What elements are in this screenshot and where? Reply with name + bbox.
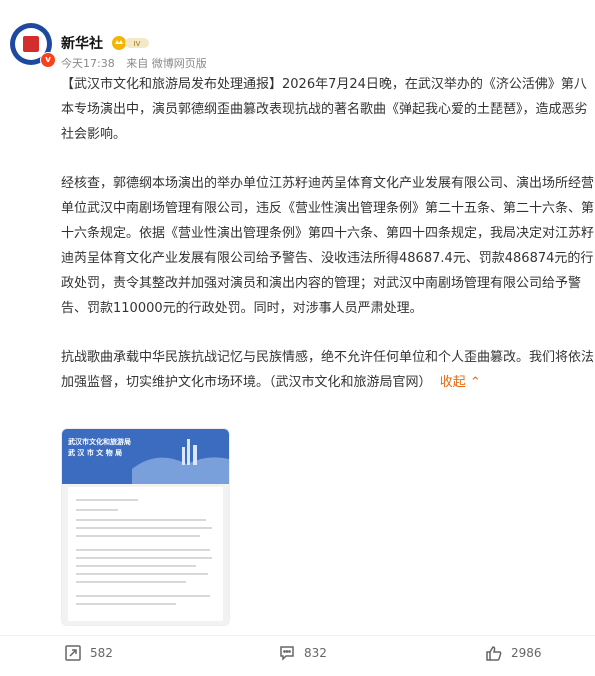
post-time[interactable]: 今天17:38 <box>61 57 115 70</box>
paragraph-1: 【武汉市文化和旅游局发布处理通报】2026年7月24日晚，在武汉举办的《济公活佛… <box>61 77 588 142</box>
action-bar: 582 832 2986 <box>0 635 595 676</box>
like-button[interactable]: 2986 <box>485 642 542 664</box>
comment-icon <box>280 646 294 661</box>
document-page <box>68 487 223 621</box>
vip-badge-icon[interactable]: IV <box>111 35 151 51</box>
paragraph-3: 抗战歌曲承载中华民族抗战记忆与民族情感，绝不允许任何单位和个人歪曲篡改。我们将依… <box>61 350 595 390</box>
comment-button[interactable]: 832 <box>278 642 327 664</box>
paragraph-2: 经核查，郭德纲本场演出的举办单位江苏籽迪芮呈体育文化产业发展有限公司、演出场所经… <box>61 176 595 316</box>
vip-level: IV <box>134 40 141 48</box>
thumbs-up-icon <box>486 646 502 661</box>
repost-icon <box>65 645 81 661</box>
repost-button[interactable]: 582 <box>64 642 113 664</box>
document-header: 武汉市文化和旅游局 武 汉 市 文 物 局 <box>62 429 229 484</box>
post-meta: 今天17:38 来自 微博网页版 <box>61 55 215 71</box>
post-content: 【武汉市文化和旅游局发布处理通报】2026年7月24日晚，在武汉举办的《济公活佛… <box>61 72 594 419</box>
post-source: 来自 微博网页版 <box>126 57 207 70</box>
verified-icon: v <box>40 52 56 68</box>
collapse-button[interactable]: 收起 ⌃ <box>440 375 481 390</box>
post-image[interactable]: 武汉市文化和旅游局 武 汉 市 文 物 局 <box>61 428 230 626</box>
author-name[interactable]: 新华社 <box>61 33 103 53</box>
